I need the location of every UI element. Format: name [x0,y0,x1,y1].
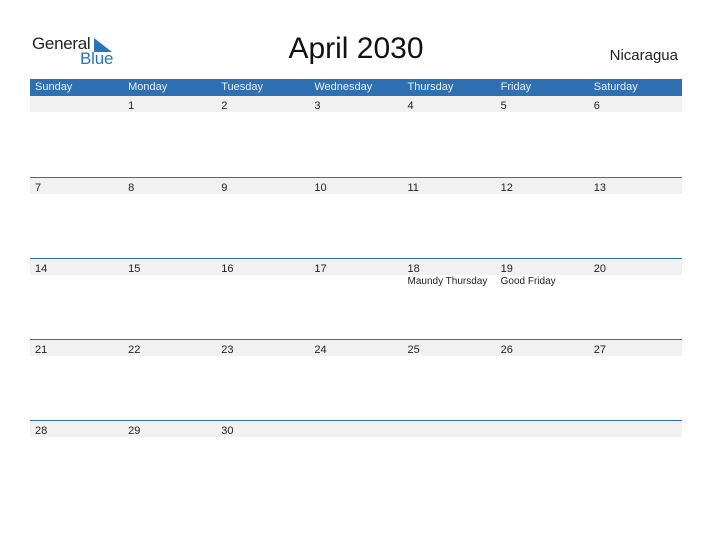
day-number: 1 [128,100,135,112]
day-number: 18 [407,263,420,275]
day-number: 7 [35,182,42,194]
day-number-strip: 14 15 16 17 18 19 20 [30,259,682,275]
weekday-wednesday: Wednesday [314,81,373,93]
day-cell[interactable]: 20 [589,259,682,275]
day-number: 27 [593,344,606,356]
day-number: 25 [407,344,420,356]
day-cell[interactable]: 15 [123,259,216,275]
day-number: 15 [128,263,141,275]
day-cell[interactable]: 10 [309,178,402,194]
page-title: April 2030 [288,32,424,65]
day-number: 5 [500,100,507,112]
day-number-strip: 28 29 30 [30,421,682,437]
holiday-label: Maundy Thursday [407,276,488,287]
day-number: 19 [500,263,513,275]
day-cell[interactable]: 9 [216,178,309,194]
country-label: Nicaragua [609,47,678,64]
day-cell[interactable] [403,421,496,437]
day-cell[interactable]: 21 [30,340,123,356]
day-number: 24 [314,344,327,356]
day-number: 22 [128,344,141,356]
day-cell[interactable]: 7 [30,178,123,194]
day-number: 13 [593,182,606,194]
day-number: 10 [314,182,327,194]
holiday-label [589,275,682,288]
day-number-strip: 7 8 9 10 11 12 13 [30,178,682,194]
weeks-container: 1 2 3 4 5 6 7 8 9 10 11 12 13 14 15 16 17 18 19 20 Maundy Th… [30,96,682,501]
day-number: 8 [128,182,135,194]
day-cell[interactable]: 3 [309,96,402,112]
week-row: 14 15 16 17 18 19 20 Maundy Thursday Good Friday [30,258,682,339]
event-row: Maundy Thursday Good Friday [30,275,682,288]
day-cell[interactable]: 18 [403,259,496,275]
day-cell[interactable]: 5 [496,96,589,112]
holiday-label [216,275,309,288]
day-number: 14 [35,263,48,275]
week-row: 1 2 3 4 5 6 [30,96,682,177]
day-cell[interactable]: 14 [30,259,123,275]
day-cell[interactable]: 11 [403,178,496,194]
day-number: 17 [314,263,327,275]
holiday-label [123,275,216,288]
day-number: 16 [221,263,234,275]
day-number-strip: 1 2 3 4 5 6 [30,96,682,112]
day-cell[interactable] [496,421,589,437]
day-number: 3 [314,100,321,112]
day-number: 20 [593,263,606,275]
day-cell[interactable] [589,421,682,437]
day-number: 4 [407,100,414,112]
day-cell[interactable]: 29 [123,421,216,437]
weekday-friday: Friday [500,81,532,93]
day-number: 11 [407,182,419,194]
day-cell[interactable]: 19 [496,259,589,275]
day-cell[interactable] [30,96,123,112]
weekday-monday: Monday [128,81,168,93]
day-number: 2 [221,100,228,112]
day-cell[interactable]: 30 [216,421,309,437]
day-number: 26 [500,344,513,356]
day-number: 9 [221,182,228,194]
day-number: 29 [128,425,141,437]
day-cell[interactable]: 1 [123,96,216,112]
day-number-strip: 21 22 23 24 25 26 27 [30,340,682,356]
day-cell[interactable]: 13 [589,178,682,194]
holiday-label: Good Friday [500,276,556,287]
day-cell[interactable]: 6 [589,96,682,112]
holiday-label [309,275,402,288]
holiday-label [30,275,123,288]
day-cell[interactable]: 17 [309,259,402,275]
day-cell[interactable]: 23 [216,340,309,356]
day-cell[interactable]: 2 [216,96,309,112]
day-cell[interactable]: 22 [123,340,216,356]
day-number: 28 [35,425,48,437]
day-cell[interactable]: 25 [403,340,496,356]
weekday-sunday: Sunday [35,81,73,93]
day-cell[interactable]: 24 [309,340,402,356]
week-row: 28 29 30 [30,420,682,501]
day-cell[interactable] [309,421,402,437]
weekday-thursday: Thursday [407,81,454,93]
day-number: 23 [221,344,234,356]
day-number: 30 [221,425,234,437]
day-cell[interactable]: 12 [496,178,589,194]
day-cell[interactable]: 4 [403,96,496,112]
weekday-saturday: Saturday [593,81,638,93]
week-row: 7 8 9 10 11 12 13 [30,177,682,258]
week-row: 21 22 23 24 25 26 27 [30,339,682,420]
day-cell[interactable]: 28 [30,421,123,437]
day-cell[interactable]: 27 [589,340,682,356]
weekday-tuesday: Tuesday [221,81,264,93]
day-number: 21 [35,344,48,356]
day-cell[interactable]: 16 [216,259,309,275]
day-number: 12 [500,182,513,194]
weekday-header: Sunday Monday Tuesday Wednesday Thursday… [30,79,682,96]
day-cell[interactable]: 8 [123,178,216,194]
calendar-grid: Sunday Monday Tuesday Wednesday Thursday… [30,79,682,501]
day-cell[interactable]: 26 [496,340,589,356]
day-number: 6 [593,100,600,112]
